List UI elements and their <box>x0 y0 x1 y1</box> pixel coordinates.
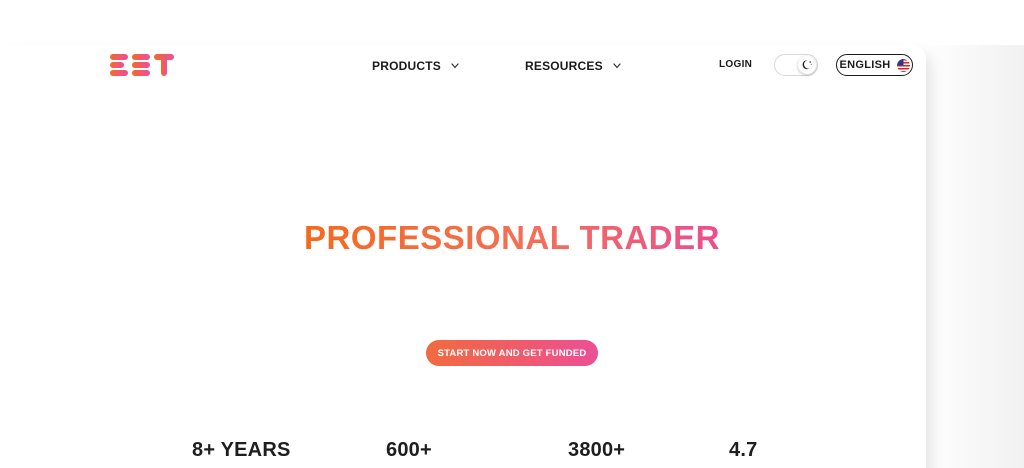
stat-count-2: 3800+ <box>568 439 626 461</box>
login-link[interactable]: LOGIN <box>719 59 752 70</box>
us-flag-icon <box>896 58 910 72</box>
language-label: ENGLISH <box>839 59 891 71</box>
brand-logo[interactable] <box>108 52 176 78</box>
nav-products-label: PRODUCTS <box>372 59 441 73</box>
chevron-down-icon <box>613 63 621 69</box>
nav-resources[interactable]: RESOURCES <box>525 58 621 74</box>
theme-toggle[interactable] <box>774 54 818 76</box>
language-selector[interactable]: ENGLISH <box>836 54 913 76</box>
stat-rating: 4.7 <box>729 439 758 461</box>
toggle-knob <box>798 56 816 74</box>
stat-years: 8+ YEARS <box>192 439 291 461</box>
page: PRODUCTS RESOURCES LOGIN ENGLISH PROFESS… <box>0 0 1024 468</box>
hero-title: PROFESSIONAL TRADER <box>0 219 1024 257</box>
start-now-button[interactable]: START NOW AND GET FUNDED <box>426 340 598 366</box>
moon-icon <box>802 60 812 70</box>
hero-title-text: PROFESSIONAL TRADER <box>304 219 720 256</box>
nav-products[interactable]: PRODUCTS <box>372 58 459 74</box>
nav-resources-label: RESOURCES <box>525 59 603 73</box>
top-strip <box>0 0 1024 45</box>
chevron-down-icon <box>451 63 459 69</box>
stat-count-1: 600+ <box>386 439 432 461</box>
